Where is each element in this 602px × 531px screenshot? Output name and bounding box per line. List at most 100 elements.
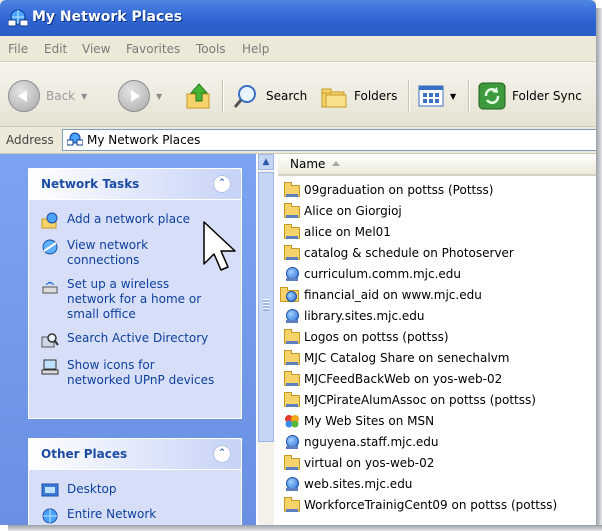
- task-add-network-place[interactable]: Add a network place: [41, 212, 217, 230]
- toolbar-separator: [468, 80, 470, 112]
- network-places-icon: [67, 132, 83, 146]
- network-folder-icon: [284, 371, 300, 387]
- list-item[interactable]: financial_aid on www.mjc.edu: [280, 285, 482, 305]
- up-folder-button[interactable]: [186, 76, 212, 116]
- web-folder-icon: [280, 287, 300, 303]
- list-item[interactable]: My Web Sites on MSN: [284, 411, 434, 431]
- other-places-header[interactable]: Other Places ⌃: [28, 438, 242, 470]
- scroll-grip: [263, 299, 269, 311]
- item-name: My Web Sites on MSN: [304, 414, 435, 428]
- list-item[interactable]: MJCFeedBackWeb on yos-web-02: [284, 369, 502, 389]
- back-dropdown-icon[interactable]: ▼: [81, 92, 87, 101]
- web-computer-icon: [284, 266, 300, 282]
- list-item[interactable]: WorkforceTrainigCent09 on pottss (pottss…: [284, 495, 557, 515]
- folders-icon: [321, 88, 347, 108]
- network-tasks-title: Network Tasks: [41, 177, 140, 191]
- task-view-connections[interactable]: View network connections: [41, 238, 217, 268]
- web-computer-icon: [284, 308, 300, 324]
- task-label: Show icons for networked UPnP devices: [67, 358, 215, 387]
- network-folder-icon: [284, 224, 300, 240]
- menu-tools[interactable]: Tools: [196, 42, 226, 56]
- forward-dropdown-icon[interactable]: ▼: [156, 92, 162, 101]
- list-item[interactable]: web.sites.mjc.edu: [284, 474, 412, 494]
- folders-button[interactable]: Folders: [320, 76, 397, 116]
- sort-ascending-icon: [332, 161, 340, 166]
- entire-network-icon: [42, 508, 58, 524]
- forward-arrow-icon: [118, 80, 150, 112]
- item-name: web.sites.mjc.edu: [304, 477, 413, 491]
- window-shadow-bottom: [8, 525, 602, 531]
- column-name-label: Name: [290, 157, 326, 171]
- back-label: Back: [46, 89, 76, 103]
- collapse-icon[interactable]: ⌃: [213, 445, 231, 463]
- list-item[interactable]: Logos on pottss (pottss): [284, 327, 449, 347]
- web-computer-icon: [284, 476, 300, 492]
- item-name: MJCFeedBackWeb on yos-web-02: [304, 372, 503, 386]
- list-item[interactable]: alice on Mel01: [284, 222, 391, 242]
- other-places-panel: Other Places ⌃ Desktop Entire Network: [28, 438, 242, 525]
- other-places-title: Other Places: [41, 447, 128, 461]
- back-button[interactable]: Back ▼: [8, 76, 87, 116]
- place-desktop[interactable]: Desktop: [41, 482, 217, 500]
- network-tasks-header[interactable]: Network Tasks ⌃: [28, 168, 242, 200]
- window-shadow-right: [596, 8, 602, 531]
- menu-favorites[interactable]: Favorites: [126, 42, 180, 56]
- network-connections-icon: [42, 239, 58, 255]
- scroll-thumb[interactable]: [258, 172, 274, 442]
- menu-file[interactable]: File: [8, 42, 28, 56]
- list-item[interactable]: curriculum.comm.mjc.edu: [284, 264, 461, 284]
- network-folder-icon: [284, 203, 300, 219]
- list-item[interactable]: MJC Catalog Share on senechalvm: [284, 348, 510, 368]
- address-input[interactable]: My Network Places: [62, 129, 596, 151]
- scroll-up-icon[interactable]: ▲: [258, 154, 274, 170]
- network-folder-icon: [284, 455, 300, 471]
- list-item[interactable]: library.sites.mjc.edu: [284, 306, 425, 326]
- item-name: nguyena.staff.mjc.edu: [304, 435, 439, 449]
- task-search-directory[interactable]: Search Active Directory: [41, 331, 217, 349]
- title-bar[interactable]: My Network Places: [0, 0, 596, 36]
- search-button[interactable]: Search: [232, 76, 307, 116]
- place-entire-network[interactable]: Entire Network: [41, 507, 217, 525]
- add-network-place-icon: [41, 212, 58, 229]
- task-label: Set up a wireless network for a home or …: [67, 277, 202, 321]
- item-name: MJCPirateAlumAssoc on pottss (pottss): [304, 393, 536, 407]
- list-item[interactable]: Alice on Giorgioj: [284, 201, 402, 221]
- menu-bar: File Edit View Favorites Tools Help: [0, 36, 596, 62]
- search-directory-icon: [41, 333, 59, 348]
- address-bar: Address My Network Places: [0, 127, 596, 154]
- list-item[interactable]: catalog & schedule on Photoserver: [284, 243, 514, 263]
- list-item[interactable]: 09graduation on pottss (Pottss): [284, 180, 493, 200]
- explorer-window: My Network Places File Edit View Favorit…: [0, 0, 596, 525]
- folder-sync-label: Folder Sync: [512, 89, 582, 103]
- task-setup-wireless[interactable]: Set up a wireless network for a home or …: [41, 277, 217, 322]
- column-header-name[interactable]: Name: [278, 154, 596, 176]
- toolbar-separator: [408, 80, 410, 112]
- item-name: Alice on Giorgioj: [304, 204, 402, 218]
- list-item[interactable]: MJCPirateAlumAssoc on pottss (pottss): [284, 390, 536, 410]
- network-tasks-panel: Network Tasks ⌃ Add a network place View…: [28, 168, 242, 419]
- toolbar-separator: [222, 80, 224, 112]
- network-folder-icon: [284, 350, 300, 366]
- collapse-icon[interactable]: ⌃: [213, 175, 231, 193]
- network-folder-icon: [284, 245, 300, 261]
- desktop-icon: [41, 483, 59, 497]
- forward-button[interactable]: ▼: [118, 76, 162, 116]
- file-list-pane: ▲ Name 09graduation on pottss (Pottss) A…: [256, 154, 596, 525]
- views-button[interactable]: ▼: [418, 76, 456, 116]
- views-dropdown-icon[interactable]: ▼: [450, 92, 456, 101]
- place-label: Desktop: [67, 482, 117, 496]
- item-name: library.sites.mjc.edu: [304, 309, 425, 323]
- list-item[interactable]: virtual on yos-web-02: [284, 453, 434, 473]
- folder-sync-button[interactable]: Folder Sync: [478, 76, 582, 116]
- network-folder-icon: [284, 497, 300, 513]
- window-title: My Network Places: [32, 9, 183, 25]
- network-folder-icon: [284, 182, 300, 198]
- menu-view[interactable]: View: [82, 42, 110, 56]
- menu-edit[interactable]: Edit: [44, 42, 67, 56]
- wireless-icon: [42, 281, 58, 294]
- menu-help[interactable]: Help: [242, 42, 269, 56]
- vertical-scrollbar[interactable]: ▲: [258, 154, 274, 525]
- network-folder-icon: [284, 329, 300, 345]
- list-item[interactable]: nguyena.staff.mjc.edu: [284, 432, 439, 452]
- task-show-upnp[interactable]: Show icons for networked UPnP devices: [41, 358, 217, 388]
